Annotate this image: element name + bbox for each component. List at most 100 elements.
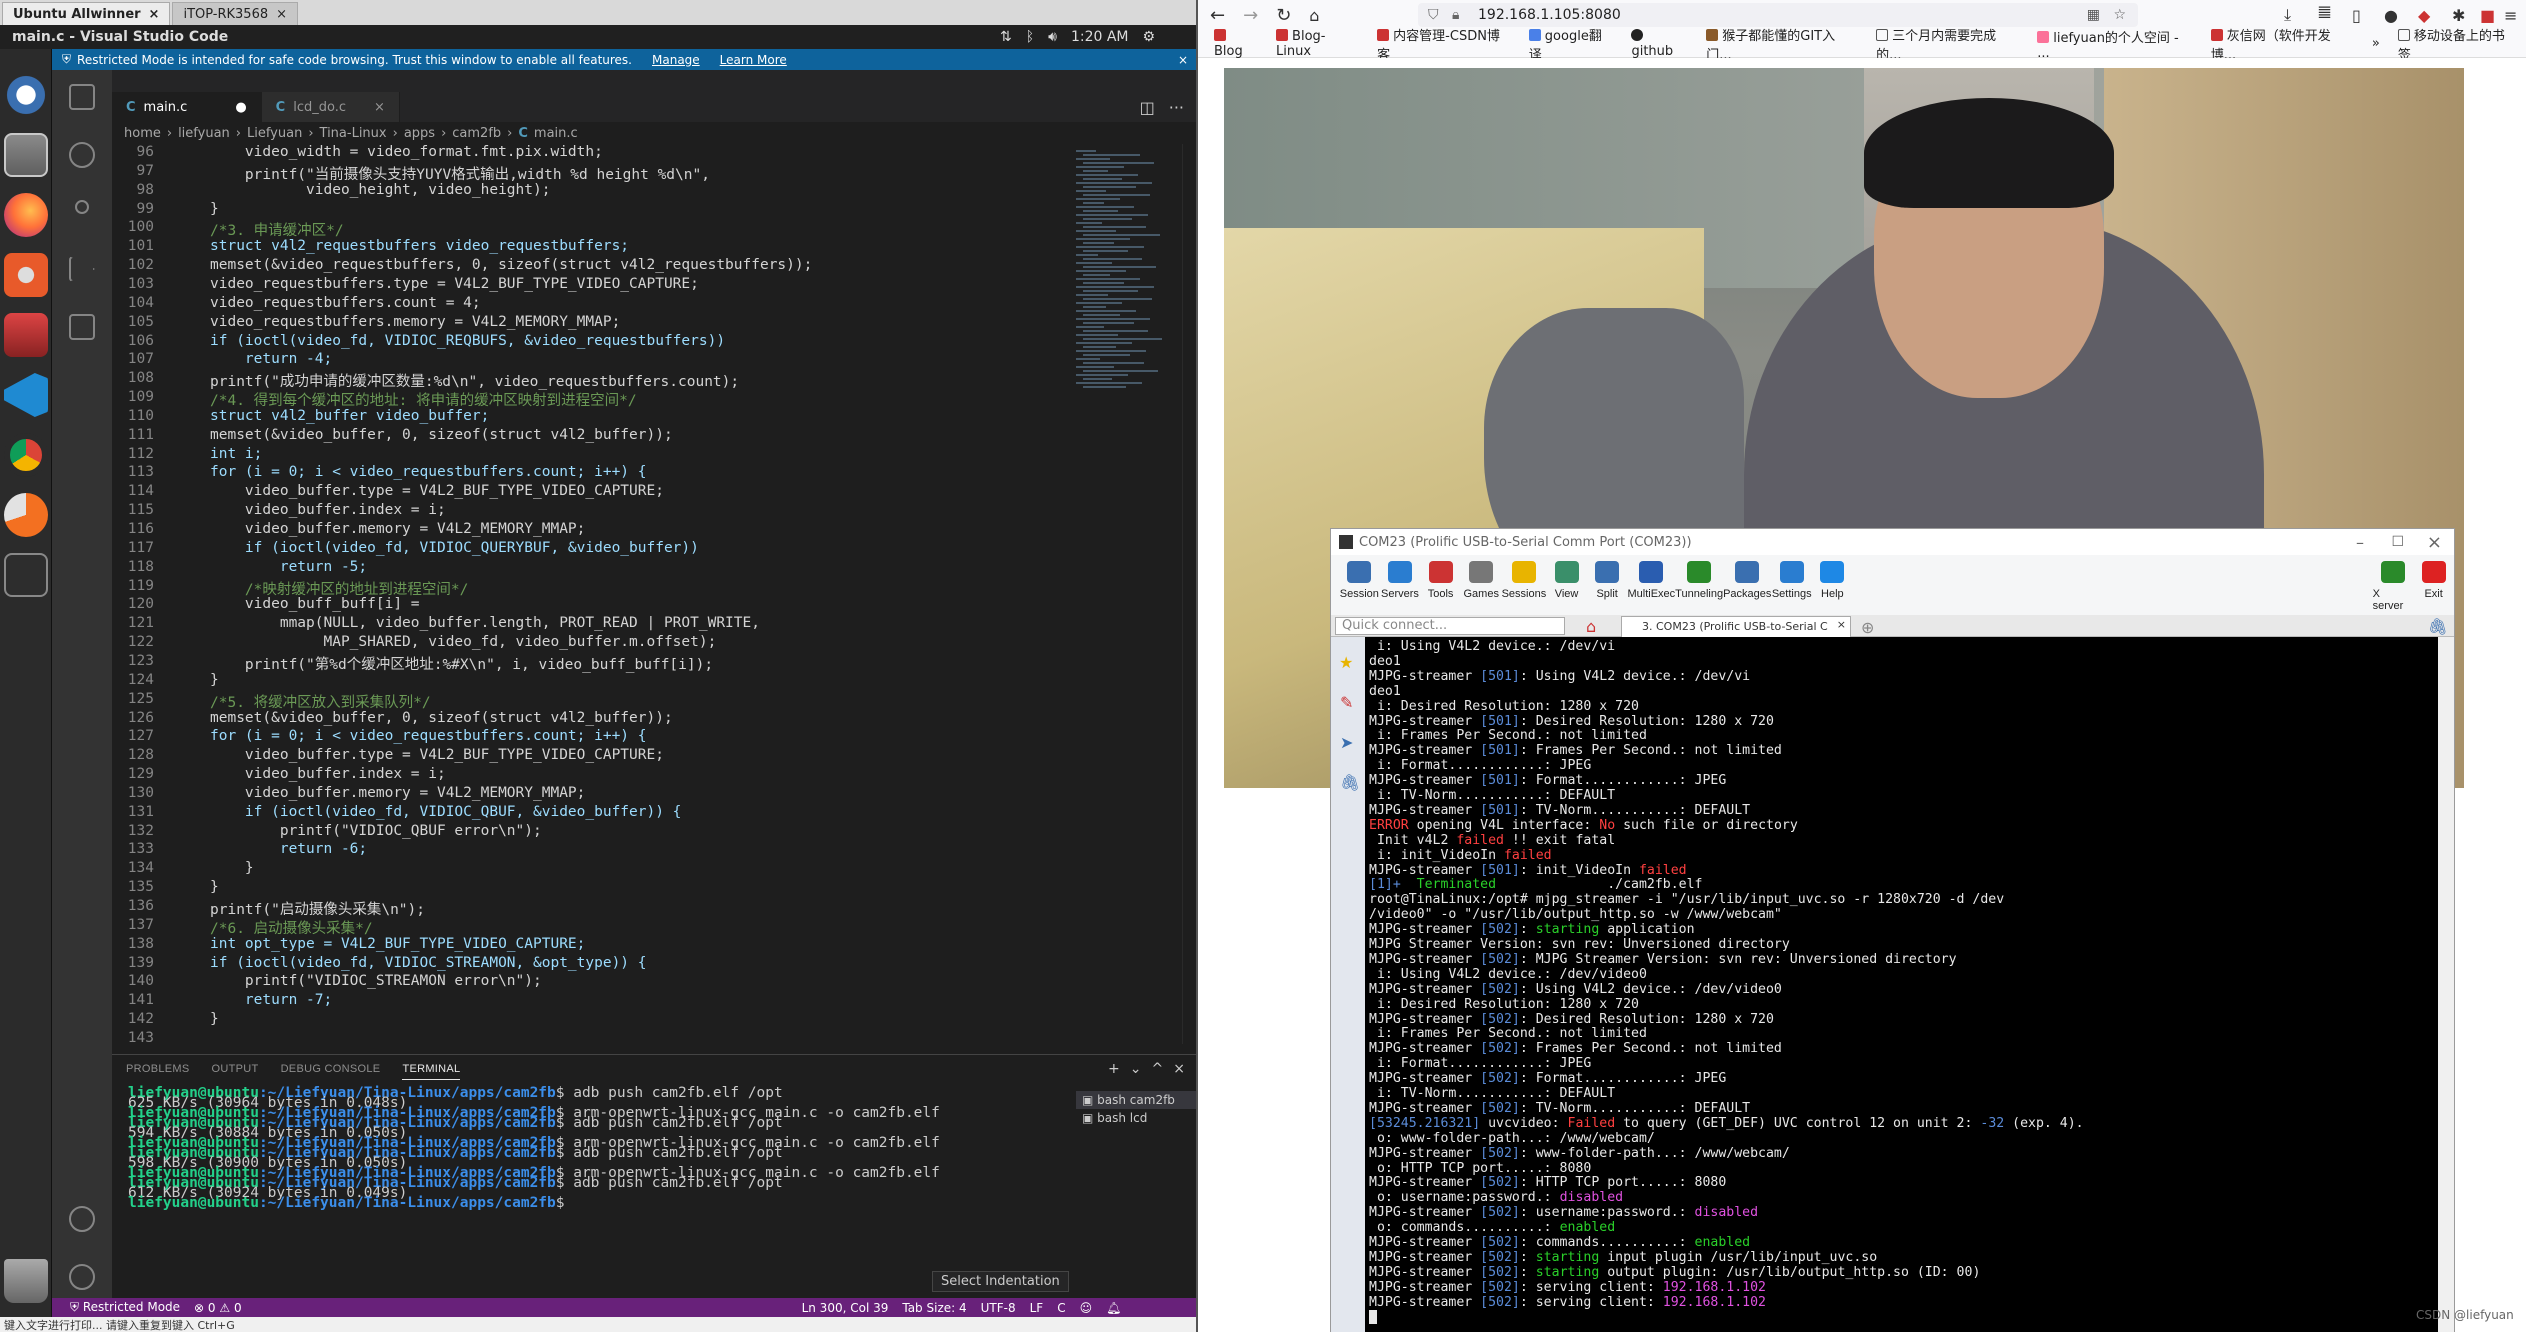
grid-icon[interactable]: ▦ <box>2087 7 2100 23</box>
cursor-position[interactable]: Ln 300, Col 39 <box>802 1301 889 1315</box>
select-indentation-hint[interactable]: Select Indentation <box>932 1271 1069 1292</box>
breadcrumb-item[interactable]: Liefyuan <box>247 126 302 141</box>
toolbar-button-help[interactable]: Help <box>1812 555 1853 600</box>
eol[interactable]: LF <box>1030 1301 1044 1315</box>
close-icon[interactable]: × <box>1837 618 1846 631</box>
toolbar-button-settings[interactable]: Settings <box>1771 555 1812 600</box>
trash-icon[interactable] <box>4 1259 48 1303</box>
breadcrumb-item[interactable]: liefyuan <box>178 126 230 141</box>
bell-icon[interactable]: 🔔︎ <box>1106 1301 1121 1315</box>
more-actions-icon[interactable]: ··· <box>1155 92 1198 122</box>
terminal-session[interactable]: ▣ bash cam2fb <box>1076 1091 1196 1109</box>
quick-connect-input[interactable]: Quick connect... <box>1335 617 1565 635</box>
tab-problems[interactable]: PROBLEMS <box>126 1063 190 1080</box>
maximize-icon[interactable]: ☐ <box>2391 534 2404 550</box>
breadcrumb-item[interactable]: cam2fb <box>452 126 501 141</box>
chrome-icon[interactable] <box>4 433 48 477</box>
breadcrumb-item[interactable]: Tina-Linux <box>320 126 387 141</box>
split-editor-icon[interactable]: ◫ <box>1140 92 1155 122</box>
run-debug-icon[interactable] <box>69 256 95 282</box>
tab-lcd-do-c[interactable]: Clcd_do.c × <box>261 92 400 122</box>
toolbar-button-packages[interactable]: Packages <box>1723 555 1771 600</box>
forward-icon[interactable]: → <box>1243 5 1258 26</box>
close-icon[interactable]: × <box>1178 53 1188 67</box>
firefox-icon[interactable] <box>4 193 48 237</box>
bookmark-item[interactable]: liefyuan的个人空间 - ... <box>2037 27 2193 61</box>
bookmark-item[interactable]: Blog-Linux <box>1276 28 1359 59</box>
manage-link[interactable]: Manage <box>652 53 700 67</box>
bookmark-item[interactable]: 三个月内需要完成的... <box>1876 25 2019 63</box>
source-control-icon[interactable] <box>75 200 89 214</box>
close-icon[interactable]: × <box>374 100 385 115</box>
home-tab-icon[interactable]: ⌂ <box>1586 617 1596 636</box>
toolbar-button-split[interactable]: Split <box>1587 555 1628 600</box>
files-icon[interactable] <box>4 133 48 177</box>
menu-icon[interactable]: ≡ <box>2504 6 2517 25</box>
tools-icon[interactable]: ✎ <box>1340 693 1353 712</box>
bookmark-item[interactable]: 灰信网（软件开发博... <box>2210 25 2354 63</box>
search-icon[interactable] <box>69 142 95 168</box>
bookmark-item[interactable]: google翻译 <box>1528 25 1614 63</box>
home-icon[interactable]: ⌂ <box>1309 6 1319 25</box>
close-icon[interactable]: × <box>1173 1061 1185 1077</box>
bookmark-item[interactable]: Blog <box>1214 28 1258 59</box>
extension-icon[interactable]: ✱ <box>2452 6 2465 25</box>
vm-tab-ubuntu[interactable]: Ubuntu Allwinner × <box>2 2 171 25</box>
volume-icon[interactable]: 🔊︎ <box>1048 29 1057 45</box>
explorer-icon[interactable] <box>69 84 95 110</box>
tab-size[interactable]: Tab Size: 4 <box>902 1301 966 1315</box>
star-icon[interactable]: ★ <box>1339 653 1353 672</box>
sidebar-icon[interactable]: ▯ <box>2352 6 2361 25</box>
chevron-up-icon[interactable]: ^ <box>1151 1061 1163 1077</box>
bookmark-star-icon[interactable]: ☆ <box>2113 7 2126 23</box>
manage-gear-icon[interactable] <box>69 1264 95 1290</box>
toolbar-button-multiexec[interactable]: MultiExec <box>1627 555 1675 600</box>
more-bookmarks-icon[interactable]: » <box>2372 36 2380 51</box>
terminal-scrollbar[interactable] <box>2438 637 2454 1332</box>
tab-output[interactable]: OUTPUT <box>212 1063 259 1080</box>
reload-icon[interactable]: ↻ <box>1276 5 1291 26</box>
bookmark-item[interactable]: 内容管理-CSDN博客 <box>1377 25 1511 63</box>
disk-icon[interactable] <box>4 313 48 357</box>
close-icon[interactable]: × <box>2427 532 2442 553</box>
extensions-icon[interactable] <box>69 314 95 340</box>
language-mode[interactable]: C <box>1057 1301 1065 1315</box>
minimize-icon[interactable]: – <box>2356 533 2364 552</box>
new-tab-icon[interactable]: ⊕ <box>1861 618 1874 637</box>
terminal-session[interactable]: ▣ bash lcd <box>1076 1109 1196 1127</box>
terminal-icon[interactable] <box>4 553 48 597</box>
toolbar-button-tunneling[interactable]: Tunneling <box>1675 555 1723 600</box>
toolbar-button-x-server[interactable]: X server <box>2373 555 2414 612</box>
problems-count[interactable]: ⊗ 0 ⚠ 0 <box>194 1301 242 1315</box>
chevron-down-icon[interactable]: ⌄ <box>1130 1061 1142 1077</box>
pie-app-icon[interactable] <box>4 493 48 537</box>
vscode-icon[interactable] <box>4 373 48 417</box>
toolbar-button-tools[interactable]: Tools <box>1420 555 1461 600</box>
vm-tab-rk3568[interactable]: iTOP-RK3568 × <box>172 2 299 25</box>
software-icon[interactable] <box>4 253 48 297</box>
page-info-icon[interactable]: 🔒︎ <box>1452 7 1459 23</box>
bookmark-item[interactable]: github <box>1631 28 1688 59</box>
bookmark-item[interactable]: 猴子都能懂的GIT入门... <box>1706 25 1858 63</box>
restricted-status[interactable]: ⛨ Restricted Mode <box>52 1300 180 1315</box>
breadcrumb-item[interactable]: main.c <box>534 126 578 141</box>
breadcrumb-item[interactable]: apps <box>404 126 435 141</box>
toolbar-button-exit[interactable]: Exit <box>2413 555 2454 600</box>
toolbar-button-view[interactable]: View <box>1546 555 1587 600</box>
account-icon[interactable]: ● <box>2384 6 2398 25</box>
session-tab[interactable]: 3. COM23 (Prolific USB-to-Serial C × <box>1621 616 1851 637</box>
tab-terminal[interactable]: TERMINAL <box>402 1063 461 1080</box>
clock[interactable]: 1:20 AM <box>1071 29 1129 45</box>
unsaved-dot-icon[interactable]: ● <box>235 100 246 115</box>
bluetooth-icon[interactable]: ᛒ <box>1026 29 1034 45</box>
learn-more-link[interactable]: Learn More <box>720 53 787 67</box>
tab-main-c[interactable]: Cmain.c ● <box>112 92 262 122</box>
breadcrumb-item[interactable]: home <box>124 126 161 141</box>
toolbar-button-sessions[interactable]: Sessions <box>1502 555 1546 600</box>
add-terminal-icon[interactable]: + <box>1108 1061 1120 1077</box>
encoding[interactable]: UTF-8 <box>981 1301 1016 1315</box>
feedback-icon[interactable]: ☺ <box>1080 1301 1093 1315</box>
ubuntu-logo-icon[interactable] <box>4 73 48 117</box>
account-icon[interactable] <box>69 1206 95 1232</box>
send-icon[interactable]: ➤ <box>1340 733 1353 752</box>
